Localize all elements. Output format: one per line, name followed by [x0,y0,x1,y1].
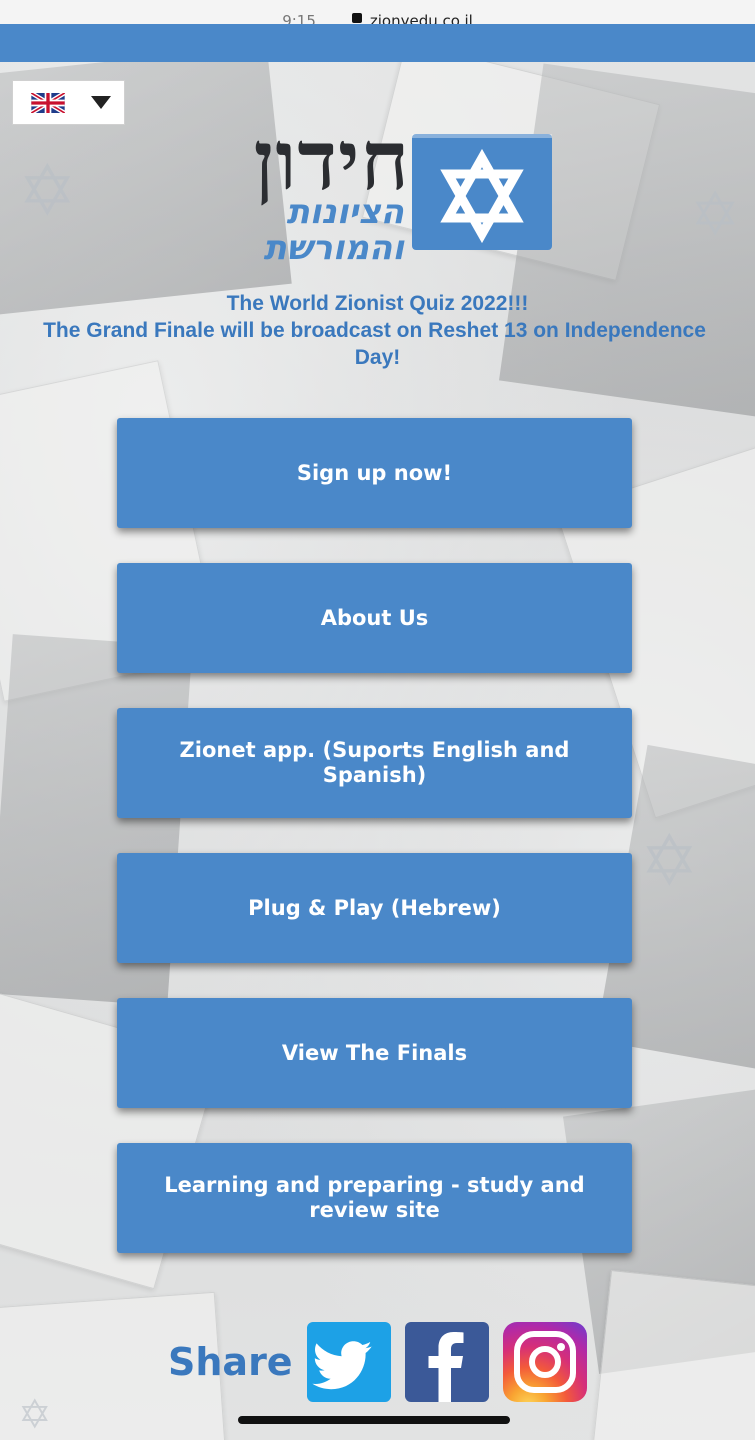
twitter-icon[interactable] [306,1322,391,1402]
announcement-headline: The World Zionist Quiz 2022!!! The Grand… [0,290,755,371]
study-site-button[interactable]: Learning and preparing - study and revie… [117,1143,632,1253]
about-us-button[interactable]: About Us [117,563,632,673]
sign-up-button[interactable]: Sign up now! [117,418,632,528]
headline-line-1: The World Zionist Quiz 2022!!! [226,292,529,315]
share-bar: Share [168,1322,601,1402]
browser-status-bar: 9:15 zionyedu.co.il [0,0,755,25]
language-selector[interactable] [12,80,125,125]
plug-and-play-button[interactable]: Plug & Play (Hebrew) [117,853,632,963]
share-label: Share [168,1340,293,1384]
lock-icon [351,13,362,23]
zionet-app-button[interactable]: Zionet app. (Suports English and Spanish… [117,708,632,818]
view-finals-button[interactable]: View The Finals [117,998,632,1108]
headline-line-3: Day! [354,346,401,369]
logo-wordmark: חידון הציונות והמורשת [180,118,410,268]
chevron-down-icon [91,96,111,109]
logo-subtitle-1: הציונות [286,192,404,232]
logo-subtitle-2: והמורשת [263,228,404,268]
facebook-icon[interactable] [404,1322,489,1402]
instagram-icon[interactable] [502,1322,587,1402]
home-indicator[interactable] [238,1416,510,1424]
star-of-david-logo-icon [412,134,552,250]
top-header-band [0,24,755,62]
headline-line-2: The Grand Finale will be broadcast on Re… [43,319,706,342]
uk-flag-icon [31,92,65,113]
